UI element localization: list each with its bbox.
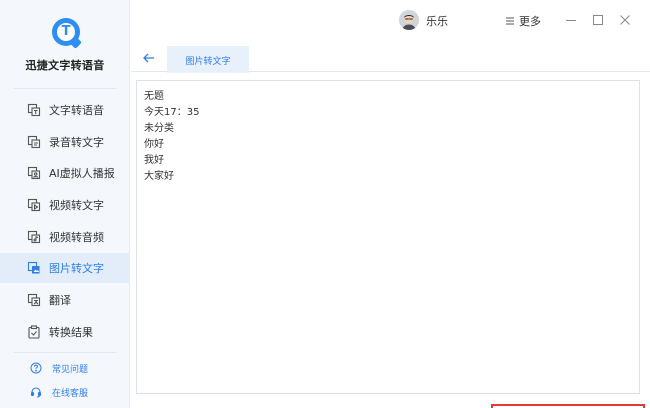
results-icon <box>27 325 41 339</box>
video-to-text-icon <box>27 198 41 212</box>
online-service-link[interactable]: 在线客服 <box>0 382 130 402</box>
virtual-anchor-icon <box>27 166 41 180</box>
sidebar-divider <box>14 352 116 353</box>
sidebar-item-results[interactable]: 转换结果 <box>0 317 130 347</box>
sidebar-item-image-to-text[interactable]: 图片转文字 <box>0 253 130 283</box>
sidebar-item-translate[interactable]: 翻译 <box>0 285 130 315</box>
tab-image-to-text[interactable]: 图片转文字 <box>167 46 249 73</box>
maximize-button[interactable] <box>590 12 606 28</box>
sidebar-divider <box>14 88 116 89</box>
arrow-left-icon <box>143 53 154 63</box>
result-line: 今天17：35 <box>144 107 200 118</box>
back-button[interactable] <box>141 50 157 66</box>
help-icon <box>30 362 42 374</box>
title-bar: 乐乐 更多 <box>131 0 650 44</box>
app-logo-icon: T <box>52 18 82 49</box>
result-text-area[interactable]: 无题 今天17：35 未分类 你好 我好 大家好 <box>136 80 640 394</box>
sidebar: T 迅捷文字转语音 文字转语音 录音转文字 AI虚拟人播报 视频转文字 视频转音… <box>0 0 130 408</box>
result-line: 我好 <box>144 155 164 166</box>
more-menu-button[interactable]: 更多 <box>505 13 541 29</box>
translate-icon <box>27 293 41 307</box>
minimize-button[interactable] <box>563 12 579 28</box>
sidebar-item-video-to-text[interactable]: 视频转文字 <box>0 190 130 220</box>
sidebar-item-recording-to-text[interactable]: 录音转文字 <box>0 127 130 157</box>
sidebar-item-video-to-audio[interactable]: 视频转音频 <box>0 222 130 252</box>
app-name: 迅捷文字转语音 <box>25 59 105 72</box>
sidebar-item-text-to-speech[interactable]: 文字转语音 <box>0 95 130 125</box>
avatar[interactable] <box>399 10 419 30</box>
result-line: 你好 <box>144 139 164 150</box>
text-to-speech-icon <box>27 103 41 117</box>
image-to-text-icon <box>27 261 41 275</box>
faq-link[interactable]: 常见问题 <box>0 358 130 378</box>
close-icon <box>620 15 630 25</box>
close-button[interactable] <box>617 12 633 28</box>
recording-to-text-icon <box>27 135 41 149</box>
result-line: 未分类 <box>144 123 174 134</box>
tab-bar: 图片转文字 <box>131 44 650 73</box>
result-line: 大家好 <box>144 171 174 182</box>
menu-icon <box>505 16 515 26</box>
video-to-audio-icon <box>27 230 41 244</box>
maximize-icon <box>593 15 603 25</box>
user-name[interactable]: 乐乐 <box>426 13 448 29</box>
result-line: 无题 <box>144 91 164 102</box>
headset-icon <box>30 386 42 398</box>
highlight-box <box>491 404 645 408</box>
sidebar-item-virtual-anchor[interactable]: AI虚拟人播报 <box>0 158 130 188</box>
minimize-icon <box>566 20 576 21</box>
